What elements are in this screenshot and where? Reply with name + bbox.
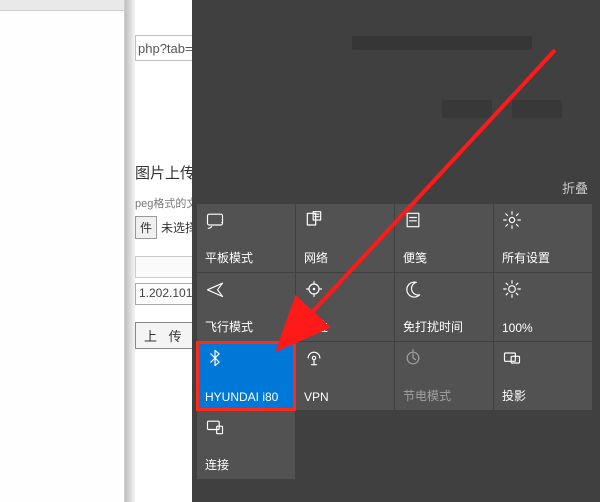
tile-battery[interactable]: 节电模式: [395, 342, 493, 410]
quick-action-tiles: 平板模式 网络 便笺 所有设置飞行模式 定位 免打扰时间 100% HYUNDAI i80 VP…: [197, 204, 595, 479]
upload-label: 上 传: [144, 329, 186, 344]
moon-icon: [403, 279, 423, 299]
network-icon: [304, 210, 324, 230]
tile-quiet-hours[interactable]: 免打扰时间: [395, 273, 493, 341]
background-page: php?tab= 图片上传 peg格式的文 件 未选择 1.202.101 上 …: [135, 0, 195, 502]
tile-label: 定位: [304, 318, 328, 335]
location-icon: [304, 279, 324, 299]
connect-icon: [205, 417, 225, 437]
tile-brightness[interactable]: 100%: [494, 273, 592, 341]
address-bar[interactable]: php?tab=: [135, 35, 195, 61]
tile-label: 平板模式: [205, 249, 253, 266]
text-field-bg[interactable]: [135, 256, 195, 278]
tile-label: VPN: [304, 390, 329, 404]
file-input-row: 件 未选择: [135, 216, 197, 239]
tile-vpn[interactable]: VPN: [296, 342, 394, 410]
tile-tablet-mode[interactable]: 平板模式: [197, 204, 295, 272]
tile-airplane[interactable]: 飞行模式: [197, 273, 295, 341]
tile-label: 便笺: [403, 249, 427, 266]
collapse-link[interactable]: 折叠: [562, 178, 588, 197]
tile-label: 网络: [304, 249, 328, 266]
tile-label: 免打扰时间: [403, 318, 463, 335]
tile-all-settings[interactable]: 所有设置: [494, 204, 592, 272]
tile-label: 100%: [502, 321, 533, 335]
ip-value: 1.202.101: [139, 286, 192, 300]
tile-label: 连接: [205, 456, 229, 473]
action-center-panel: 折叠 平板模式 网络 便笺 所有设置飞行模式 定位 免打扰时间 100% HYUNDAI i8…: [192, 0, 600, 502]
upload-button[interactable]: 上 传: [135, 322, 195, 349]
tile-label: 所有设置: [502, 249, 550, 266]
choose-file-button[interactable]: 件: [135, 216, 157, 239]
tile-connect[interactable]: 连接: [197, 411, 295, 479]
note-icon: [403, 210, 423, 230]
tile-bluetooth[interactable]: HYUNDAI i80: [197, 342, 295, 410]
battery-icon: [403, 348, 423, 368]
format-hint: peg格式的文: [135, 195, 197, 211]
project-icon: [502, 348, 522, 368]
tablet-icon: [205, 210, 225, 230]
tile-label: 飞行模式: [205, 318, 253, 335]
section-title: 图片上传: [135, 162, 195, 183]
bluetooth-icon: [205, 348, 225, 368]
tile-location[interactable]: 定位: [296, 273, 394, 341]
notification-placeholder: [442, 100, 492, 118]
tile-label: HYUNDAI i80: [205, 390, 278, 404]
tile-label: 节电模式: [403, 387, 451, 404]
notification-placeholder: [352, 36, 532, 50]
ip-field[interactable]: 1.202.101: [135, 283, 195, 305]
tile-project[interactable]: 投影: [494, 342, 592, 410]
tile-network[interactable]: 网络: [296, 204, 394, 272]
sun-icon: [502, 279, 522, 299]
gear-icon: [502, 210, 522, 230]
airplane-icon: [205, 279, 225, 299]
address-text: php?tab=: [138, 41, 193, 56]
tile-note[interactable]: 便笺: [395, 204, 493, 272]
collapse-label: 折叠: [562, 181, 588, 196]
notification-placeholder: [512, 100, 562, 118]
vpn-icon: [304, 348, 324, 368]
tile-label: 投影: [502, 387, 526, 404]
background-window-left: [0, 0, 125, 502]
